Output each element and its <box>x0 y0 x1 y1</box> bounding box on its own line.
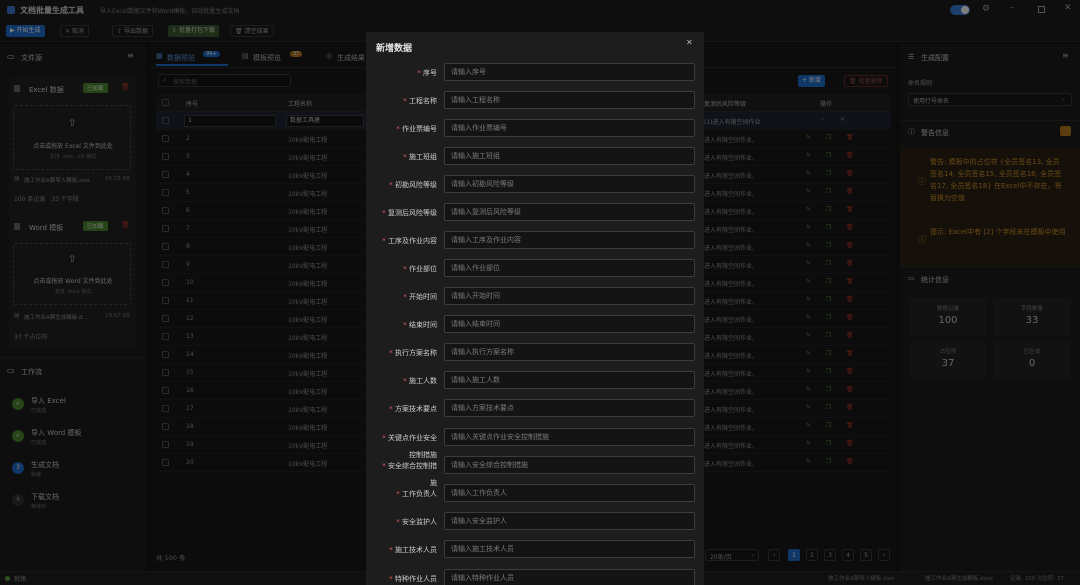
form-input[interactable]: 请输入施工人数 <box>444 371 695 389</box>
input-placeholder: 请输入施工人数 <box>451 376 500 384</box>
form-input[interactable]: 请输入施工技术人员 <box>444 540 695 558</box>
field-label: * 初勘风险等级 <box>366 180 437 190</box>
input-placeholder: 请输入工作负责人 <box>451 489 507 497</box>
input-placeholder: 请输入初勘风险等级 <box>451 180 514 188</box>
form-input[interactable]: 请输入开始时间 <box>444 287 695 305</box>
input-placeholder: 请输入作业票编号 <box>451 124 507 132</box>
form-input[interactable]: 请输入作业部位 <box>444 259 695 277</box>
field-label: * 工作负责人 <box>366 489 437 499</box>
input-placeholder: 请输入安全综合控制措施 <box>451 461 528 469</box>
input-placeholder: 请输入执行方案名称 <box>451 348 514 356</box>
field-label: * 执行方案名称 <box>366 348 437 358</box>
field-label: * 作业票编号 <box>366 124 437 134</box>
form-input[interactable]: 请输入关键点作业安全控制措施 <box>444 428 695 446</box>
field-label-text: 作业部位 <box>409 265 437 273</box>
field-label: * 作业部位 <box>366 264 437 274</box>
form-input[interactable]: 请输入特种作业人员 <box>444 569 695 585</box>
input-placeholder: 请输入结束时间 <box>451 320 500 328</box>
input-placeholder: 请输入序号 <box>451 68 486 76</box>
field-label: * 施工人数 <box>366 376 437 386</box>
form-input[interactable]: 请输入结束时间 <box>444 315 695 333</box>
field-label-text: 开始时间 <box>409 293 437 301</box>
input-placeholder: 请输入关键点作业安全控制措施 <box>451 433 549 441</box>
input-placeholder: 请输入作业部位 <box>451 264 500 272</box>
form-input[interactable]: 请输入执行方案名称 <box>444 343 695 361</box>
field-label-text: 施工人数 <box>409 377 437 385</box>
field-label-text: 施 <box>430 479 437 487</box>
form-input[interactable]: 请输入安全综合控制措施 <box>444 456 695 474</box>
field-label-text: 初勘风险等级 <box>395 181 437 189</box>
form-input[interactable]: 请输入序号 <box>444 63 695 81</box>
field-label-text: 序号 <box>423 69 437 77</box>
input-placeholder: 请输入工序及作业内容 <box>451 236 521 244</box>
field-label-text: 工序及作业内容 <box>388 237 437 245</box>
field-label: * 开始时间 <box>366 292 437 302</box>
field-label-text: 安全监护人 <box>402 518 437 526</box>
input-placeholder: 请输入特种作业人员 <box>451 574 514 582</box>
field-label-text: 施工班组 <box>409 153 437 161</box>
input-placeholder: 请输入施工班组 <box>451 152 500 160</box>
form-input[interactable]: 请输入施工班组 <box>444 147 695 165</box>
input-placeholder: 请输入开始时间 <box>451 292 500 300</box>
field-label-text: 复测后风险等级 <box>388 209 437 217</box>
field-label-text: 安全综合控制措 <box>388 462 437 470</box>
form-input[interactable]: 请输入安全监护人 <box>444 512 695 530</box>
field-label-text: 结束时间 <box>409 321 437 329</box>
form-input[interactable]: 请输入工作负责人 <box>444 484 695 502</box>
field-label-text: 工程名称 <box>409 97 437 105</box>
form-input[interactable]: 请输入工序及作业内容 <box>444 231 695 249</box>
input-placeholder: 请输入复测后风险等级 <box>451 208 521 216</box>
field-label-text: 施工技术人员 <box>395 546 437 554</box>
form-input[interactable]: 请输入方案技术要点 <box>444 399 695 417</box>
field-label: * 安全综合控制措 <box>366 461 437 471</box>
field-label: * 序号 <box>366 68 437 78</box>
form-input[interactable]: 请输入复测后风险等级 <box>444 203 695 221</box>
field-label: * 关键点作业安全 <box>366 433 437 443</box>
field-label: * 工序及作业内容 <box>366 236 437 246</box>
field-label-text: 执行方案名称 <box>395 349 437 357</box>
field-label: * 方案技术要点 <box>366 404 437 414</box>
modal-title: 新增数据 <box>376 44 413 54</box>
input-placeholder: 请输入工程名称 <box>451 96 500 104</box>
field-label: * 结束时间 <box>366 320 437 330</box>
field-label-text: 工作负责人 <box>402 490 437 498</box>
field-label: * 安全监护人 <box>366 517 437 527</box>
field-label-text: 关键点作业安全 <box>388 434 437 442</box>
field-label: 施 <box>366 478 437 488</box>
form-input[interactable]: 请输入作业票编号 <box>444 119 695 137</box>
field-label-text: 作业票编号 <box>402 125 437 133</box>
input-placeholder: 请输入安全监护人 <box>451 517 507 525</box>
modal-close-icon[interactable]: ✕ <box>686 38 693 47</box>
field-label-text: 控制措施 <box>409 451 437 459</box>
field-label: * 工程名称 <box>366 96 437 106</box>
field-label-text: 方案技术要点 <box>395 405 437 413</box>
add-data-modal: 新增数据 ✕ * 序号 请输入序号 * 工程名称 请输入工程名称 * 作业票编号 请输入作… <box>366 32 704 585</box>
field-label: 控制措施 <box>366 450 437 460</box>
field-label: * 施工技术人员 <box>366 545 437 555</box>
field-label: * 特种作业人员 <box>366 574 437 584</box>
field-label: * 施工班组 <box>366 152 437 162</box>
input-placeholder: 请输入方案技术要点 <box>451 404 514 412</box>
input-placeholder: 请输入施工技术人员 <box>451 545 514 553</box>
field-label: * 复测后风险等级 <box>366 208 437 218</box>
form-input[interactable]: 请输入初勘风险等级 <box>444 175 695 193</box>
form-input[interactable]: 请输入工程名称 <box>444 91 695 109</box>
field-label-text: 特种作业人员 <box>395 575 437 583</box>
